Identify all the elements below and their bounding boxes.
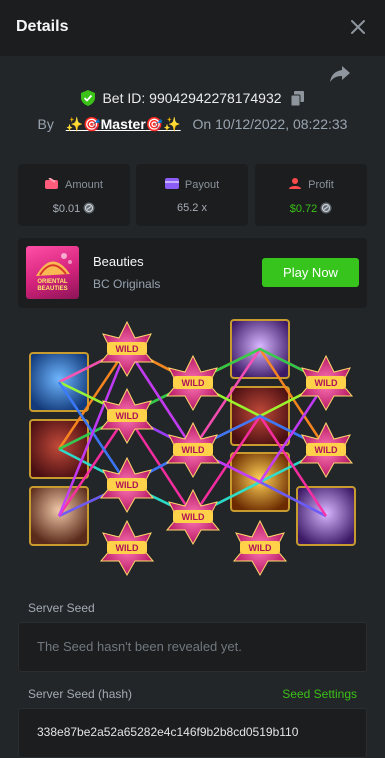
server-seed-value: The Seed hasn't been revealed yet. <box>37 639 242 654</box>
payout-label: Payout <box>184 179 220 191</box>
server-seed-hash-label: Server Seed (hash) <box>28 687 133 701</box>
on-label: On <box>192 116 212 132</box>
payout-stat: Payout 65.2 x <box>136 164 248 226</box>
user-deco-left: ✨🎯 <box>65 116 101 132</box>
header-bar: Details <box>0 0 385 56</box>
by-label: By <box>37 116 54 132</box>
coin-icon <box>83 202 95 214</box>
profit-icon <box>289 178 302 189</box>
wild-label: WILD <box>182 512 205 522</box>
user-link[interactable]: ✨🎯Master🎯✨ <box>66 116 181 132</box>
wild-label: WILD <box>315 445 338 455</box>
share-icon[interactable] <box>329 64 351 84</box>
wild-label: WILD <box>116 411 139 421</box>
bet-id-value: 99042942278174932 <box>149 90 282 106</box>
wild-label: WILD <box>315 378 338 388</box>
bet-id-label: Bet ID: <box>102 90 146 106</box>
by-row: By ✨🎯Master🎯✨ On 10/12/2022, 08:22:33 <box>0 116 385 133</box>
game-provider: BC Originals <box>93 277 161 291</box>
wild-label: WILD <box>116 480 139 490</box>
user-name: Master <box>100 116 146 132</box>
wild-label: WILD <box>182 378 205 388</box>
game-thumbnail[interactable]: ORIENTAL BEAUTIES <box>26 246 79 299</box>
amount-stat: Amount $0.01 <box>18 164 130 226</box>
shield-check-icon <box>80 90 95 106</box>
wild-label: WILD <box>116 344 139 354</box>
amount-icon <box>45 178 59 189</box>
game-card: ORIENTAL BEAUTIES Beauties BC Originals … <box>18 238 367 308</box>
wild-label: WILD <box>249 543 272 553</box>
server-seed-label: Server Seed <box>28 601 95 615</box>
payout-icon <box>164 178 179 189</box>
play-now-button[interactable]: Play Now <box>262 258 359 287</box>
server-seed-hash-field: 338e87be2a52a65282e4c146f9b2b8cd0519b110 <box>18 708 367 758</box>
game-name[interactable]: Beauties <box>93 254 144 269</box>
user-deco-right: 🎯✨ <box>145 116 181 132</box>
payout-value: 65.2 x <box>177 202 207 214</box>
profit-value: $0.72 <box>289 203 318 215</box>
server-seed-hash-value[interactable]: 338e87be2a52a65282e4c146f9b2b8cd0519b110 <box>37 725 367 739</box>
profit-stat: Profit $0.72 <box>255 164 367 226</box>
amount-value: $0.01 <box>52 203 81 215</box>
profit-label: Profit <box>308 179 334 191</box>
game-thumb-text: ORIENTAL BEAUTIES <box>37 279 68 292</box>
seed-settings-link[interactable]: Seed Settings <box>282 687 357 701</box>
page-title: Details <box>16 18 69 35</box>
bet-id-row: Bet ID: 99042942278174932 <box>0 90 385 106</box>
wild-label: WILD <box>182 445 205 455</box>
wild-label: WILD <box>116 543 139 553</box>
bet-date: 10/12/2022, 08:22:33 <box>215 116 348 132</box>
slot-reels: WILD WILD WILD WILD WILD WILD WILD WILD … <box>29 319 356 576</box>
server-seed-field: The Seed hasn't been revealed yet. <box>18 622 367 672</box>
copy-icon[interactable] <box>291 91 305 106</box>
close-icon[interactable] <box>349 18 367 36</box>
amount-label: Amount <box>65 179 103 191</box>
coin-icon <box>320 202 332 214</box>
